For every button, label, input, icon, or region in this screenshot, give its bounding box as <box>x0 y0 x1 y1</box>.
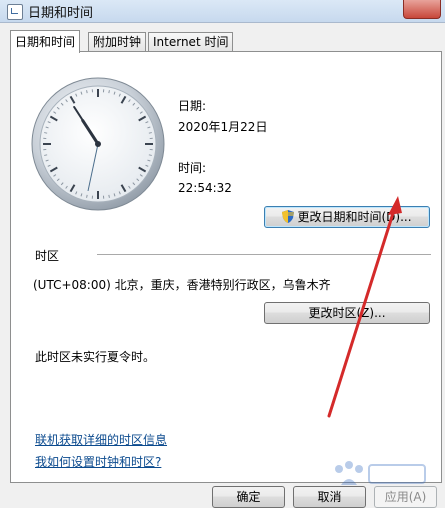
timezone-section-label: 时区 <box>35 249 60 263</box>
dst-note: 此时区未实行夏令时。 <box>35 350 156 364</box>
clock-minute-tick <box>86 90 88 94</box>
close-button[interactable] <box>403 0 441 19</box>
clock-minute-tick <box>148 132 152 134</box>
date-label: 日期: <box>178 99 207 113</box>
window-title: 日期和时间 <box>28 6 94 21</box>
calendar-icon <box>7 4 23 20</box>
clock-minute-tick <box>44 154 48 156</box>
analog-clock <box>31 77 165 211</box>
clock-center <box>95 141 101 147</box>
tab-panel: 日期: 2020年1月22日 时间: 22:54:32 更改日期和时间(D)..… <box>10 51 442 483</box>
time-value: 22:54:32 <box>178 181 232 195</box>
change-timezone-button[interactable]: 更改时区(Z)... <box>264 302 430 324</box>
clock-minute-tick <box>86 194 88 198</box>
ok-button[interactable]: 确定 <box>212 486 285 508</box>
title-bar: 日期和时间 <box>0 0 445 23</box>
time-label: 时间: <box>178 161 207 175</box>
tab-date-time[interactable]: 日期和时间 <box>10 30 81 53</box>
timezone-divider <box>97 254 431 255</box>
change-date-time-label: 更改日期和时间(D)... <box>297 210 412 224</box>
apply-button[interactable]: 应用(A) <box>374 486 437 508</box>
clock-minute-tick <box>108 194 110 198</box>
how-to-link[interactable]: 我如何设置时钟和时区? <box>35 453 161 470</box>
tab-internet-time[interactable]: Internet 时间 <box>148 32 234 52</box>
clock-minute-tick <box>44 132 48 134</box>
clock-minute-tick <box>148 154 152 156</box>
uac-shield-icon <box>282 209 295 223</box>
timezone-info-link[interactable]: 联机获取详细的时区信息 <box>35 431 167 448</box>
clock-minute-tick <box>108 90 110 94</box>
tab-additional-clocks[interactable]: 附加时钟 <box>88 32 147 52</box>
timezone-value: (UTC+08:00) 北京，重庆，香港特别行政区，乌鲁木齐 <box>33 278 331 292</box>
change-date-time-button[interactable]: 更改日期和时间(D)... <box>264 206 430 228</box>
cancel-button[interactable]: 取消 <box>293 486 366 508</box>
date-value: 2020年1月22日 <box>178 120 268 134</box>
